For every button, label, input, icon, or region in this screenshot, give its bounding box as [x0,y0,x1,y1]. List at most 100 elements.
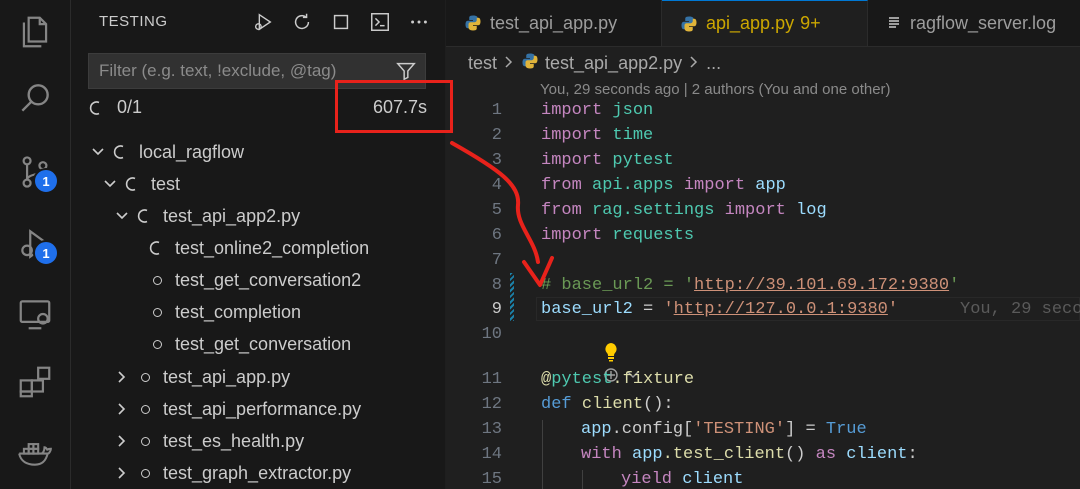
running-spinner-icon [137,208,153,224]
log-file-icon [886,15,902,31]
code-line[interactable]: import time [541,126,653,145]
code-line[interactable]: def client(): [541,395,674,414]
not-run-circle-icon [149,336,165,352]
code-line[interactable]: from rag.settings import log [541,201,827,220]
run-debug-badge: 1 [33,240,59,266]
chevron-down-icon[interactable] [101,175,119,193]
more-actions-icon[interactable] [405,8,432,36]
tree-item-test-get-conversation2[interactable]: test_get_conversation2 [149,264,361,296]
tree-item-test-online2-completion[interactable]: test_online2_completion [149,232,369,264]
line-number: 12 [481,395,502,414]
breadcrumb-file[interactable]: test_api_app2.py [545,53,682,74]
code-line[interactable]: import requests [541,226,694,245]
line-number: 11 [481,370,502,389]
tree-item-label: test_api_performance.py [163,398,362,419]
code-line[interactable]: app.config['TESTING'] = True [581,420,867,439]
tree-item-label: test_api_app2.py [163,205,301,226]
search-icon[interactable] [13,76,57,120]
line-number: 8 [491,276,502,295]
chevron-right-icon[interactable] [113,400,131,418]
tab-test-api-app[interactable]: test_api_app.py [446,0,662,46]
indent-guide [582,470,583,489]
explorer-icon[interactable] [13,10,57,54]
problems-count: 9+ [800,13,821,33]
code-line[interactable]: with app.test_client() as client: [581,445,918,464]
not-run-circle-icon [149,304,165,320]
tree-item-test-graph-extractor[interactable]: test_graph_extractor.py [113,457,351,489]
terminal-icon[interactable] [366,8,393,36]
annotation-highlight-box [335,80,453,133]
tab-ragflow-server-log[interactable]: ragflow_server.log [868,0,1080,46]
tree-item-test-es-health[interactable]: test_es_health.py [113,425,304,457]
tree-item-label: test_get_conversation2 [175,269,362,290]
tree-item-local-ragflow[interactable]: local_ragflow [89,136,244,168]
tree-item-test-api-app2[interactable]: test_api_app2.py [113,200,300,232]
source-control-icon[interactable]: 1 [13,150,59,194]
line-number: 13 [481,420,502,439]
line-number: 2 [491,126,502,145]
tab-label: test_api_app.py [490,12,618,33]
running-spinner-icon [125,176,141,192]
tree-item-test-get-conversation[interactable]: test_get_conversation [149,328,351,360]
run-debug-icon[interactable]: 1 [13,222,59,266]
run-debug-tests-icon[interactable] [249,8,276,36]
line-number: 5 [491,201,502,220]
refresh-icon[interactable] [288,8,315,36]
test-summary-count: 0/1 [117,97,143,117]
editor-area: test_api_app.py api_app.py 9+ ragflow_se… [446,0,1080,489]
not-run-circle-icon [137,465,153,481]
line-number: 3 [491,151,502,170]
tree-item-label: test_es_health.py [163,430,305,451]
tree-item-test[interactable]: test [101,168,180,200]
code-line[interactable]: import json [541,101,653,120]
testing-sidebar: TESTING 0/1 607.7s local_ragflow [71,0,445,489]
line-number: 7 [491,251,502,270]
code-line[interactable]: from api.apps import app [541,176,786,195]
chevron-right-icon[interactable] [113,432,131,450]
chevron-down-icon[interactable] [113,207,131,225]
tab-label: ragflow_server.log [910,12,1057,33]
blame-codelens[interactable]: You, 29 seconds ago | 2 authors (You and… [540,81,891,98]
running-spinner-icon [113,144,129,160]
chevron-right-icon[interactable] [113,368,131,386]
python-icon [521,52,539,75]
stop-icon[interactable] [327,8,354,36]
not-run-circle-icon [137,433,153,449]
breadcrumb-folder[interactable]: test [468,53,497,74]
tree-item-label: test_graph_extractor.py [163,462,352,483]
tab-api-app[interactable]: api_app.py 9+ [662,0,868,46]
line-number: 14 [481,445,502,464]
tree-item-label: test_online2_completion [175,237,370,258]
breadcrumb-more[interactable]: ... [706,53,721,74]
code-line[interactable]: @pytest.fixture [541,370,694,389]
extensions-icon[interactable] [13,360,57,404]
remote-explorer-icon[interactable] [13,292,57,336]
running-spinner-icon [149,240,165,256]
code-line[interactable]: # base_url2 = 'http://39.101.69.172:9380… [541,276,959,295]
chevron-down-icon[interactable] [89,143,107,161]
not-run-circle-icon [137,369,153,385]
line-number: 1 [491,101,502,120]
indent-guide [542,420,543,489]
chevron-right-icon [503,53,515,74]
tree-item-test-completion[interactable]: test_completion [149,296,301,328]
chevron-right-icon [688,53,700,74]
code-line[interactable]: yield client [621,470,743,489]
inline-blame: You, 29 seco [960,300,1080,319]
python-icon [680,15,698,33]
sidebar-title: TESTING [99,13,168,30]
breadcrumb: test test_api_app2.py ... [468,52,721,75]
tree-item-label: test_get_conversation [175,333,352,354]
tab-bar: test_api_app.py api_app.py 9+ ragflow_se… [446,0,1080,47]
running-spinner-icon [89,100,105,121]
not-run-circle-icon [137,401,153,417]
activity-bar: 1 1 [0,0,71,489]
code-line[interactable]: import pytest [541,151,674,170]
tree-item-test-api-performance[interactable]: test_api_performance.py [113,393,361,425]
chevron-right-icon[interactable] [113,464,131,482]
tree-item-test-api-app[interactable]: test_api_app.py [113,361,290,393]
line-number: 15 [481,470,502,489]
docker-icon[interactable] [13,430,57,474]
code-line[interactable]: base_url2 = 'http://127.0.0.1:9380' [541,300,898,319]
python-icon [464,14,482,32]
